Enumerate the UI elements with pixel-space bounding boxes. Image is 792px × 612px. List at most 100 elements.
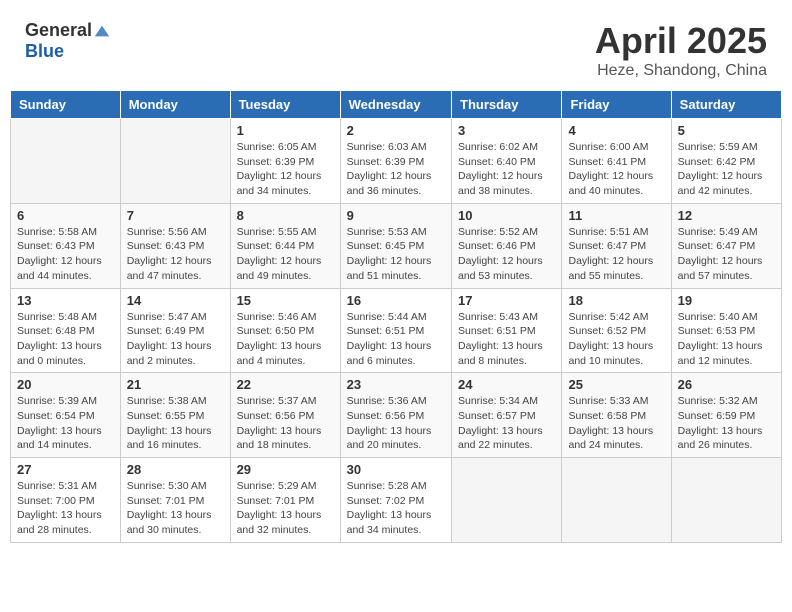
logo-blue-text: Blue: [25, 41, 64, 62]
calendar-cell-week5-day6: [562, 458, 671, 543]
day-number: 29: [237, 462, 334, 477]
day-number: 21: [127, 377, 224, 392]
calendar-cell-week3-day6: 18 Sunrise: 5:42 AMSunset: 6:52 PMDayligh…: [562, 288, 671, 373]
day-number: 25: [568, 377, 664, 392]
day-info: Sunrise: 5:28 AMSunset: 7:02 PMDaylight:…: [347, 479, 445, 538]
calendar-cell-week2-day5: 10 Sunrise: 5:52 AMSunset: 6:46 PMDayligh…: [452, 203, 562, 288]
day-number: 23: [347, 377, 445, 392]
day-number: 1: [237, 123, 334, 138]
day-info: Sunrise: 5:33 AMSunset: 6:58 PMDaylight:…: [568, 394, 664, 453]
calendar-cell-week1-day2: [120, 119, 230, 204]
day-info: Sunrise: 5:55 AMSunset: 6:44 PMDaylight:…: [237, 225, 334, 284]
day-number: 14: [127, 293, 224, 308]
day-info: Sunrise: 5:59 AMSunset: 6:42 PMDaylight:…: [678, 140, 775, 199]
calendar-cell-week1-day4: 2Sunrise: 6:03 AMSunset: 6:39 PMDaylight…: [340, 119, 451, 204]
week-row-2: 6Sunrise: 5:58 AMSunset: 6:43 PMDaylight…: [11, 203, 782, 288]
calendar-cell-week2-day3: 8Sunrise: 5:55 AMSunset: 6:44 PMDaylight…: [230, 203, 340, 288]
day-number: 30: [347, 462, 445, 477]
day-number: 26: [678, 377, 775, 392]
day-info: Sunrise: 5:56 AMSunset: 6:43 PMDaylight:…: [127, 225, 224, 284]
calendar-cell-week4-day6: 25 Sunrise: 5:33 AMSunset: 6:58 PMDayligh…: [562, 373, 671, 458]
logo: General Blue: [25, 20, 111, 62]
day-info: Sunrise: 5:38 AMSunset: 6:55 PMDaylight:…: [127, 394, 224, 453]
calendar-cell-week5-day5: [452, 458, 562, 543]
day-number: 27: [17, 462, 114, 477]
day-number: 4: [568, 123, 664, 138]
calendar-cell-week3-day7: 19Sunrise: 5:40 AMSunset: 6:53 PMDayligh…: [671, 288, 781, 373]
day-info: Sunrise: 5:53 AMSunset: 6:45 PMDaylight:…: [347, 225, 445, 284]
calendar-cell-week1-day1: [11, 119, 121, 204]
day-number: 16: [347, 293, 445, 308]
day-info: Sunrise: 5:44 AMSunset: 6:51 PMDaylight:…: [347, 310, 445, 369]
day-number: 13: [17, 293, 114, 308]
calendar-cell-week3-day1: 13 Sunrise: 5:48 AMSunset: 6:48 PMDayligh…: [11, 288, 121, 373]
weekday-header-row: SundayMondayTuesdayWednesdayThursdayFrid…: [11, 91, 782, 119]
day-number: 11: [568, 208, 664, 223]
calendar-cell-week5-day1: 27 Sunrise: 5:31 AMSunset: 7:00 PMDayligh…: [11, 458, 121, 543]
calendar-cell-week2-day4: 9 Sunrise: 5:53 AMSunset: 6:45 PMDaylight…: [340, 203, 451, 288]
day-number: 15: [237, 293, 334, 308]
calendar-cell-week5-day7: [671, 458, 781, 543]
day-number: 9: [347, 208, 445, 223]
calendar-cell-week5-day2: 28 Sunrise: 5:30 AMSunset: 7:01 PMDayligh…: [120, 458, 230, 543]
day-info: Sunrise: 5:48 AMSunset: 6:48 PMDaylight:…: [17, 310, 114, 369]
day-info: Sunrise: 5:43 AMSunset: 6:51 PMDaylight:…: [458, 310, 555, 369]
day-number: 2: [347, 123, 445, 138]
day-info: Sunrise: 5:39 AMSunset: 6:54 PMDaylight:…: [17, 394, 114, 453]
day-info: Sunrise: 5:51 AMSunset: 6:47 PMDaylight:…: [568, 225, 664, 284]
week-row-1: 1Sunrise: 6:05 AMSunset: 6:39 PMDaylight…: [11, 119, 782, 204]
header: General Blue April 2025 Heze, Shandong, …: [10, 10, 782, 85]
day-number: 20: [17, 377, 114, 392]
location-title: Heze, Shandong, China: [595, 62, 767, 80]
day-number: 10: [458, 208, 555, 223]
calendar-cell-week4-day7: 26 Sunrise: 5:32 AMSunset: 6:59 PMDayligh…: [671, 373, 781, 458]
day-info: Sunrise: 6:00 AMSunset: 6:41 PMDaylight:…: [568, 140, 664, 199]
logo-general-text: General: [25, 20, 92, 41]
day-info: Sunrise: 5:37 AMSunset: 6:56 PMDaylight:…: [237, 394, 334, 453]
day-info: Sunrise: 5:36 AMSunset: 6:56 PMDaylight:…: [347, 394, 445, 453]
calendar-cell-week5-day4: 30 Sunrise: 5:28 AMSunset: 7:02 PMDayligh…: [340, 458, 451, 543]
day-number: 28: [127, 462, 224, 477]
weekday-header-wednesday: Wednesday: [340, 91, 451, 119]
calendar-cell-week4-day1: 20 Sunrise: 5:39 AMSunset: 6:54 PMDayligh…: [11, 373, 121, 458]
calendar-cell-week2-day7: 12 Sunrise: 5:49 AMSunset: 6:47 PMDayligh…: [671, 203, 781, 288]
calendar-cell-week1-day7: 5Sunrise: 5:59 AMSunset: 6:42 PMDaylight…: [671, 119, 781, 204]
weekday-header-thursday: Thursday: [452, 91, 562, 119]
day-info: Sunrise: 5:46 AMSunset: 6:50 PMDaylight:…: [237, 310, 334, 369]
day-info: Sunrise: 5:58 AMSunset: 6:43 PMDaylight:…: [17, 225, 114, 284]
week-row-4: 20 Sunrise: 5:39 AMSunset: 6:54 PMDayligh…: [11, 373, 782, 458]
day-info: Sunrise: 5:52 AMSunset: 6:46 PMDaylight:…: [458, 225, 555, 284]
day-info: Sunrise: 5:34 AMSunset: 6:57 PMDaylight:…: [458, 394, 555, 453]
title-area: April 2025 Heze, Shandong, China: [595, 20, 767, 80]
week-row-5: 27 Sunrise: 5:31 AMSunset: 7:00 PMDayligh…: [11, 458, 782, 543]
calendar-cell-week4-day5: 24Sunrise: 5:34 AMSunset: 6:57 PMDayligh…: [452, 373, 562, 458]
weekday-header-tuesday: Tuesday: [230, 91, 340, 119]
weekday-header-monday: Monday: [120, 91, 230, 119]
calendar-cell-week2-day6: 11 Sunrise: 5:51 AMSunset: 6:47 PMDayligh…: [562, 203, 671, 288]
day-info: Sunrise: 5:31 AMSunset: 7:00 PMDaylight:…: [17, 479, 114, 538]
day-info: Sunrise: 5:30 AMSunset: 7:01 PMDaylight:…: [127, 479, 224, 538]
day-number: 12: [678, 208, 775, 223]
weekday-header-friday: Friday: [562, 91, 671, 119]
calendar-cell-week1-day6: 4 Sunrise: 6:00 AMSunset: 6:41 PMDaylight…: [562, 119, 671, 204]
day-info: Sunrise: 5:47 AMSunset: 6:49 PMDaylight:…: [127, 310, 224, 369]
weekday-header-saturday: Saturday: [671, 91, 781, 119]
day-info: Sunrise: 5:49 AMSunset: 6:47 PMDaylight:…: [678, 225, 775, 284]
calendar-cell-week3-day3: 15 Sunrise: 5:46 AMSunset: 6:50 PMDayligh…: [230, 288, 340, 373]
calendar: SundayMondayTuesdayWednesdayThursdayFrid…: [10, 90, 782, 543]
day-info: Sunrise: 5:32 AMSunset: 6:59 PMDaylight:…: [678, 394, 775, 453]
calendar-cell-week5-day3: 29Sunrise: 5:29 AMSunset: 7:01 PMDayligh…: [230, 458, 340, 543]
calendar-cell-week3-day2: 14 Sunrise: 5:47 AMSunset: 6:49 PMDayligh…: [120, 288, 230, 373]
day-number: 7: [127, 208, 224, 223]
day-number: 3: [458, 123, 555, 138]
calendar-cell-week3-day5: 17 Sunrise: 5:43 AMSunset: 6:51 PMDayligh…: [452, 288, 562, 373]
day-number: 18: [568, 293, 664, 308]
day-info: Sunrise: 5:40 AMSunset: 6:53 PMDaylight:…: [678, 310, 775, 369]
calendar-cell-week2-day2: 7 Sunrise: 5:56 AMSunset: 6:43 PMDaylight…: [120, 203, 230, 288]
logo-icon: [93, 22, 111, 40]
calendar-cell-week2-day1: 6Sunrise: 5:58 AMSunset: 6:43 PMDaylight…: [11, 203, 121, 288]
day-info: Sunrise: 5:42 AMSunset: 6:52 PMDaylight:…: [568, 310, 664, 369]
day-number: 17: [458, 293, 555, 308]
calendar-cell-week4-day2: 21 Sunrise: 5:38 AMSunset: 6:55 PMDayligh…: [120, 373, 230, 458]
calendar-cell-week1-day3: 1Sunrise: 6:05 AMSunset: 6:39 PMDaylight…: [230, 119, 340, 204]
